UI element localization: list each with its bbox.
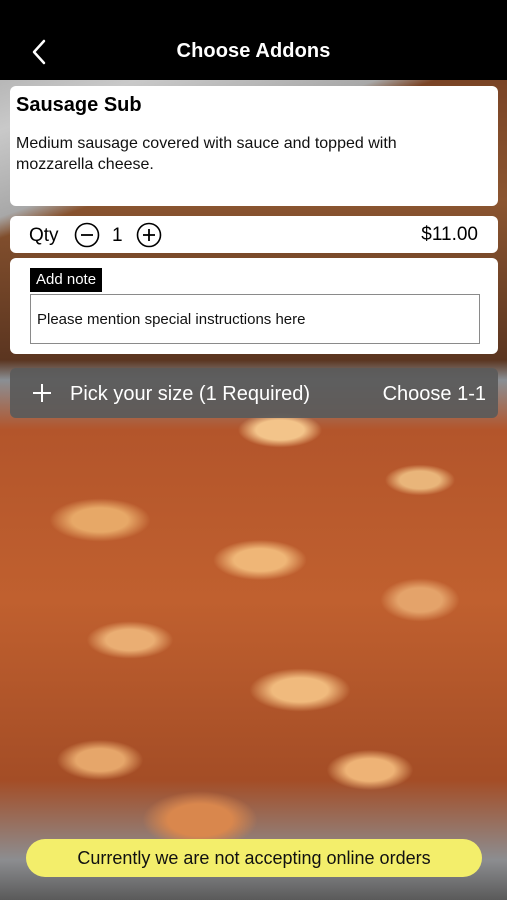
note-card: Add note [10,258,498,354]
item-price: $11.00 [421,224,478,245]
pick-size-section-header[interactable]: Pick your size (1 Required) Choose 1-1 [10,368,498,418]
special-instructions-input[interactable] [30,294,480,344]
quantity-value: 1 [112,225,123,246]
size-section-title: Pick your size (1 Required) [70,383,311,405]
item-description: Medium sausage covered with sauce and to… [16,135,397,173]
page-title: Choose Addons [176,40,331,62]
item-name: Sausage Sub [16,94,142,116]
plus-icon [32,383,52,403]
plus-circle-icon[interactable] [136,222,162,248]
size-choose-count: Choose 1-1 [382,383,486,405]
add-note-label: Add note [30,268,103,292]
navigation-bar: Choose Addons [0,0,507,80]
quantity-row: Qty 1 $11.00 [10,216,498,253]
quantity-label: Qty [29,225,59,246]
item-details-card: Sausage Sub Medium sausage covered with … [10,86,498,206]
minus-circle-icon[interactable] [74,222,100,248]
online-orders-notice: Currently we are not accepting online or… [26,839,482,877]
